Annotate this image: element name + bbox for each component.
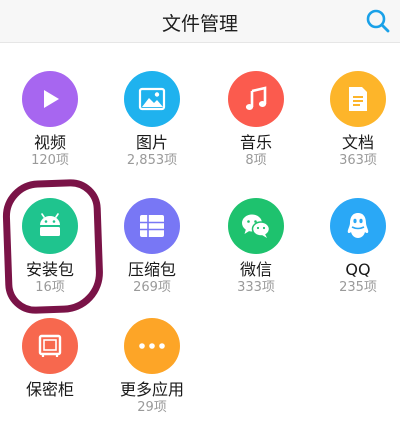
category-count: 8项 xyxy=(245,153,267,168)
page-title: 文件管理 xyxy=(161,13,238,35)
android-icon xyxy=(40,213,60,236)
category-safe[interactable]: 保密柜 xyxy=(10,318,90,399)
document-icon xyxy=(349,87,367,111)
category-count: 235项 xyxy=(339,280,377,295)
category-label: 安装包 xyxy=(25,260,74,279)
documents-circle xyxy=(330,71,386,127)
category-documents[interactable]: 文档 363项 xyxy=(318,71,398,169)
category-count: 120项 xyxy=(31,153,69,168)
category-label: 更多应用 xyxy=(119,380,184,399)
search-icon xyxy=(366,9,390,33)
category-count: 363项 xyxy=(339,153,377,168)
category-install-packages[interactable]: 安装包 16项 xyxy=(10,198,90,296)
category-label: 微信 xyxy=(239,260,272,279)
more-apps-circle xyxy=(124,318,180,374)
video-circle xyxy=(22,71,78,127)
category-label: QQ xyxy=(345,260,371,279)
safe-circle xyxy=(22,318,78,374)
header-bar: 文件管理 xyxy=(0,0,400,43)
category-music[interactable]: 音乐 8项 xyxy=(216,71,296,169)
more-icon xyxy=(139,343,165,349)
search-button[interactable] xyxy=(364,7,392,35)
category-label: 视频 xyxy=(33,133,66,152)
music-note-icon xyxy=(245,86,267,110)
category-count: 29项 xyxy=(137,400,167,415)
category-label: 音乐 xyxy=(239,133,272,152)
category-qq[interactable]: QQ 235项 xyxy=(318,198,398,296)
category-count: 16项 xyxy=(35,280,65,295)
category-label: 保密柜 xyxy=(25,380,74,399)
category-count: 269项 xyxy=(133,280,171,295)
play-icon xyxy=(44,90,59,108)
category-images[interactable]: 图片 2,853项 xyxy=(112,71,192,169)
category-label: 压缩包 xyxy=(127,260,176,279)
images-circle xyxy=(124,71,180,127)
archive-icon xyxy=(140,215,164,237)
category-wechat[interactable]: 微信 333项 xyxy=(216,198,296,296)
qq-circle xyxy=(330,198,386,254)
category-label: 文档 xyxy=(341,133,374,152)
qq-icon xyxy=(347,213,369,238)
category-video[interactable]: 视频 120项 xyxy=(10,71,90,169)
wechat-circle xyxy=(228,198,284,254)
install-packages-circle xyxy=(22,198,78,254)
wechat-icon xyxy=(242,214,271,238)
category-label: 图片 xyxy=(135,133,168,152)
safe-icon xyxy=(38,334,62,357)
category-count: 2,853项 xyxy=(126,153,178,168)
image-icon xyxy=(138,87,166,111)
music-circle xyxy=(228,71,284,127)
category-more-apps[interactable]: 更多应用 29项 xyxy=(112,318,192,416)
category-count: 333项 xyxy=(237,280,275,295)
category-archives[interactable]: 压缩包 269项 xyxy=(112,198,192,296)
archives-circle xyxy=(124,198,180,254)
